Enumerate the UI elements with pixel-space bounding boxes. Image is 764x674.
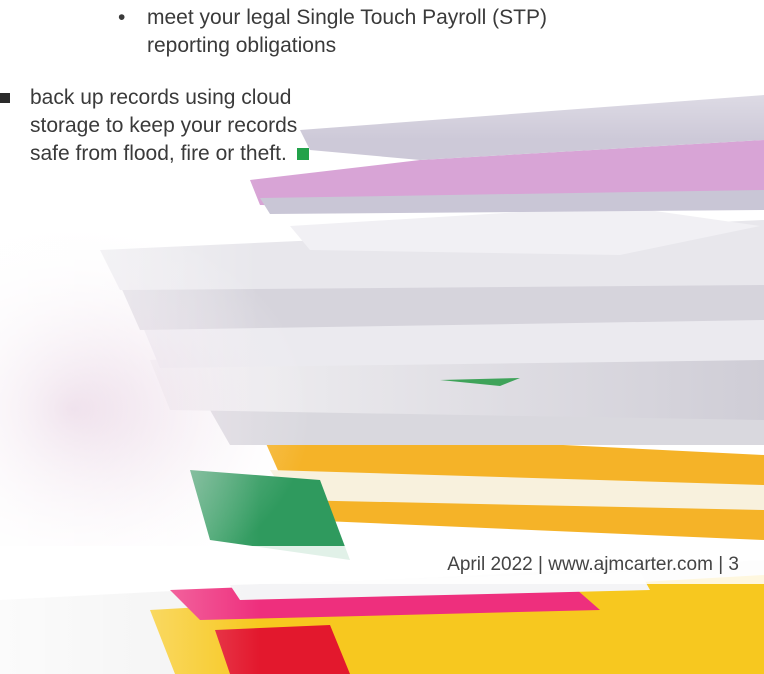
main-bullet-item: back up records using cloud storage to k… xyxy=(0,84,360,168)
sub-bullet-text: meet your legal Single Touch Payroll (ST… xyxy=(147,6,547,57)
bullet-dot: • xyxy=(118,6,126,29)
main-bullet-text: back up records using cloud storage to k… xyxy=(30,86,298,165)
page-footer: April 2022 | www.ajmcarter.com | 3 xyxy=(0,546,764,584)
end-of-article-icon xyxy=(296,148,309,160)
sub-bullet-item: • meet your legal Single Touch Payroll (… xyxy=(118,4,588,60)
footer-text: April 2022 | www.ajmcarter.com | 3 xyxy=(447,554,739,575)
square-bullet-icon xyxy=(0,93,10,103)
main-bullet-body: back up records using cloud storage to k… xyxy=(30,84,340,168)
